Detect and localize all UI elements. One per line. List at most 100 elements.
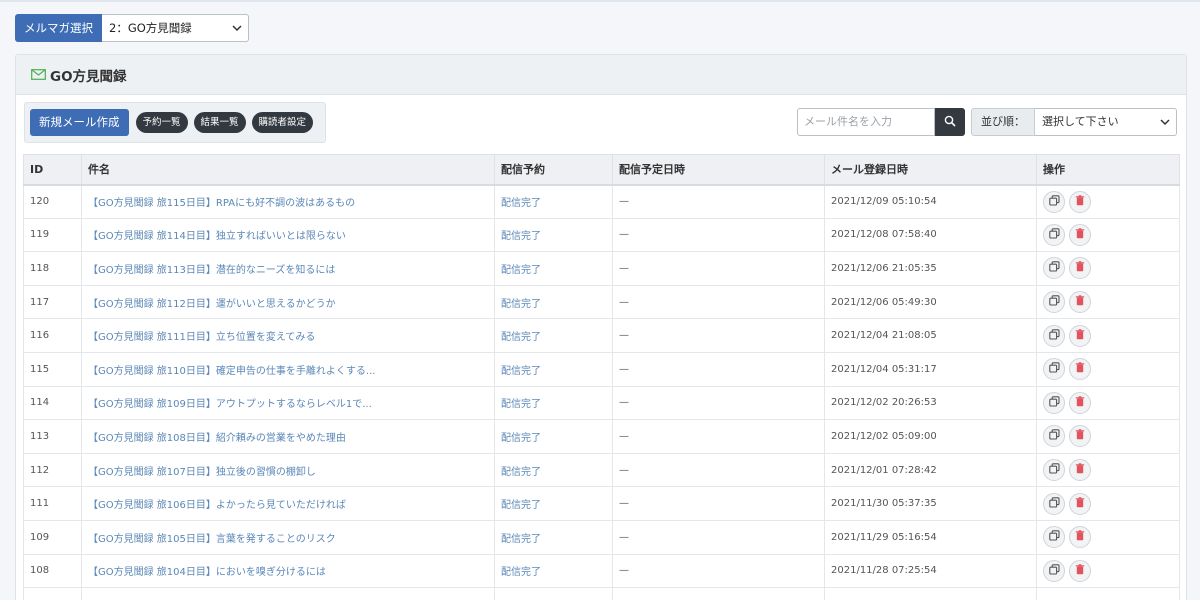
- col-header-registered[interactable]: メール登録日時: [824, 154, 1037, 186]
- copy-icon: [1048, 496, 1060, 511]
- subject-link[interactable]: 【GO方見聞録 旅107日目】独立後の習慣の棚卸し: [88, 467, 316, 478]
- delete-button[interactable]: [1069, 391, 1091, 414]
- copy-icon: [1048, 194, 1060, 209]
- subject-link[interactable]: 【GO方見聞録 旅113日目】潜在的なニーズを知るには: [88, 265, 335, 276]
- table-row: 111 【GO方見聞録 旅106日目】よかったら見ていただければ 配信完了 —2021…: [23, 486, 1180, 521]
- copy-button[interactable]: [1043, 425, 1065, 448]
- subject-link[interactable]: 【GO方見聞録 旅108日目】紹介頼みの営業をやめた理由: [88, 433, 346, 444]
- row-subject: 【GO方見聞録 旅114日目】独立すればいいとは限らない: [81, 217, 495, 253]
- row-scheduled: —: [612, 486, 825, 521]
- status-link[interactable]: 配信完了: [501, 366, 541, 377]
- chevron-down-icon: [232, 15, 242, 52]
- trash-icon: [1075, 328, 1085, 343]
- status-link[interactable]: 配信完了: [501, 332, 541, 343]
- trash-icon: [1075, 463, 1085, 477]
- copy-icon: [1048, 362, 1060, 376]
- status-link[interactable]: 配信完了: [501, 467, 541, 478]
- sort-select[interactable]: 選択して下さい: [1035, 108, 1177, 136]
- row-status: [494, 587, 613, 600]
- subject-link[interactable]: 【GO方見聞録 旅111日目】立ち位置を変えてみる: [88, 332, 315, 343]
- results-list-button[interactable]: 結果一覧: [193, 112, 246, 133]
- copy-button[interactable]: [1043, 526, 1065, 549]
- subject-link[interactable]: 【GO方見聞録 旅109日目】アウトプットするならレベル1で...: [88, 399, 372, 410]
- status-link[interactable]: 配信完了: [501, 299, 541, 310]
- delete-button[interactable]: [1069, 257, 1091, 280]
- copy-button[interactable]: [1043, 391, 1065, 414]
- row-id: 119: [23, 217, 82, 253]
- delete-button[interactable]: [1069, 559, 1091, 582]
- subject-link[interactable]: 【GO方見聞録 旅106日目】よかったら見ていただければ: [88, 500, 346, 511]
- trash-icon: [1075, 564, 1085, 578]
- copy-button[interactable]: [1043, 324, 1065, 347]
- copy-button[interactable]: [1043, 257, 1065, 280]
- search-input[interactable]: メール件名を入力: [797, 108, 935, 136]
- trash-icon: [1075, 396, 1085, 410]
- magazine-select[interactable]: 2：GO方見聞録: [102, 14, 249, 42]
- delete-button[interactable]: [1069, 291, 1091, 314]
- delete-button[interactable]: [1069, 459, 1091, 482]
- delete-button[interactable]: [1069, 324, 1091, 347]
- status-link[interactable]: 配信完了: [501, 231, 541, 242]
- copy-button[interactable]: [1043, 223, 1065, 246]
- table-row: 115 【GO方見聞録 旅110日目】確定申告の仕事を手離れよくする... 配信完了…: [23, 351, 1180, 387]
- status-link[interactable]: 配信完了: [501, 433, 541, 444]
- delete-button[interactable]: [1069, 358, 1091, 381]
- row-ops: [1036, 486, 1180, 521]
- col-header-subject[interactable]: 件名: [81, 154, 495, 186]
- delete-button[interactable]: [1069, 492, 1091, 515]
- status-link[interactable]: 配信完了: [501, 399, 541, 410]
- table-row: 120 【GO方見聞録 旅115日目】RPAにも好不調の波はあるもの 配信完了 —20…: [23, 184, 1180, 219]
- search-button[interactable]: [935, 108, 965, 136]
- delete-button[interactable]: [1069, 190, 1091, 213]
- table-row: 112 【GO方見聞録 旅107日目】独立後の習慣の棚卸し 配信完了 —2021/12…: [23, 452, 1180, 488]
- row-ops: [1036, 217, 1180, 253]
- row-registered: 2021/12/06 21:05:35: [824, 251, 1037, 286]
- subscriber-settings-button[interactable]: 購読者設定: [251, 112, 314, 133]
- subject-link[interactable]: 【GO方見聞録 旅110日目】確定申告の仕事を手離れよくする...: [88, 366, 375, 377]
- row-id: [23, 587, 82, 600]
- row-ops: [1036, 385, 1180, 421]
- table-row: 119 【GO方見聞録 旅114日目】独立すればいいとは限らない 配信完了 —2021…: [23, 217, 1180, 253]
- copy-button[interactable]: [1043, 190, 1065, 213]
- table-header-row: ID 件名 配信予約 配信予定日時 メール登録日時 操作: [23, 154, 1180, 186]
- delete-button[interactable]: [1069, 526, 1091, 549]
- status-link[interactable]: 配信完了: [501, 534, 541, 545]
- status-link[interactable]: 配信完了: [501, 500, 541, 511]
- copy-button[interactable]: [1043, 559, 1065, 582]
- status-link[interactable]: 配信完了: [501, 265, 541, 276]
- status-link[interactable]: 配信完了: [501, 198, 541, 209]
- magazine-card: GO方見聞録 新規メール作成 予約一覧 結果一覧 購読者設定 メール件名を入力 …: [15, 54, 1187, 600]
- row-ops: [1036, 553, 1180, 589]
- search-group: メール件名を入力: [797, 108, 965, 136]
- row-scheduled: [612, 587, 825, 600]
- copy-button[interactable]: [1043, 492, 1065, 515]
- col-header-id[interactable]: ID: [23, 154, 82, 186]
- table-row: 116 【GO方見聞録 旅111日目】立ち位置を変えてみる 配信完了 —2021/12…: [23, 318, 1180, 353]
- reservation-list-button[interactable]: 予約一覧: [135, 112, 188, 133]
- card-header: GO方見聞録: [16, 55, 1186, 95]
- new-mail-button[interactable]: 新規メール作成: [30, 109, 129, 136]
- delete-button[interactable]: [1069, 425, 1091, 448]
- row-status: 配信完了: [494, 419, 613, 454]
- row-subject: 【GO方見聞録 旅105日目】言葉を発することのリスク: [81, 519, 495, 555]
- row-scheduled: —: [612, 184, 825, 219]
- subject-link[interactable]: 【GO方見聞録 旅115日目】RPAにも好不調の波はあるもの: [88, 198, 355, 209]
- row-status: 配信完了: [494, 486, 613, 521]
- copy-button[interactable]: [1043, 291, 1065, 314]
- trash-icon: [1075, 362, 1085, 376]
- subject-link[interactable]: 【GO方見聞録 旅112日目】運がいいと思えるかどうか: [88, 299, 336, 310]
- copy-icon: [1048, 261, 1060, 275]
- copy-icon: [1048, 530, 1060, 544]
- col-header-scheduled[interactable]: 配信予定日時: [612, 154, 825, 186]
- col-header-reservation[interactable]: 配信予約: [494, 154, 613, 186]
- status-link[interactable]: 配信完了: [501, 567, 541, 578]
- copy-button[interactable]: [1043, 459, 1065, 482]
- copy-icon: [1048, 228, 1060, 242]
- copy-button[interactable]: [1043, 358, 1065, 381]
- subject-link[interactable]: 【GO方見聞録 旅114日目】独立すればいいとは限らない: [88, 231, 346, 242]
- delete-button[interactable]: [1069, 223, 1091, 246]
- subject-link[interactable]: 【GO方見聞録 旅104日目】においを嗅ぎ分けるには: [88, 567, 326, 578]
- copy-icon: [1048, 429, 1060, 443]
- row-subject: 【GO方見聞録 旅112日目】運がいいと思えるかどうか: [81, 284, 495, 320]
- subject-link[interactable]: 【GO方見聞録 旅105日目】言葉を発することのリスク: [88, 534, 336, 545]
